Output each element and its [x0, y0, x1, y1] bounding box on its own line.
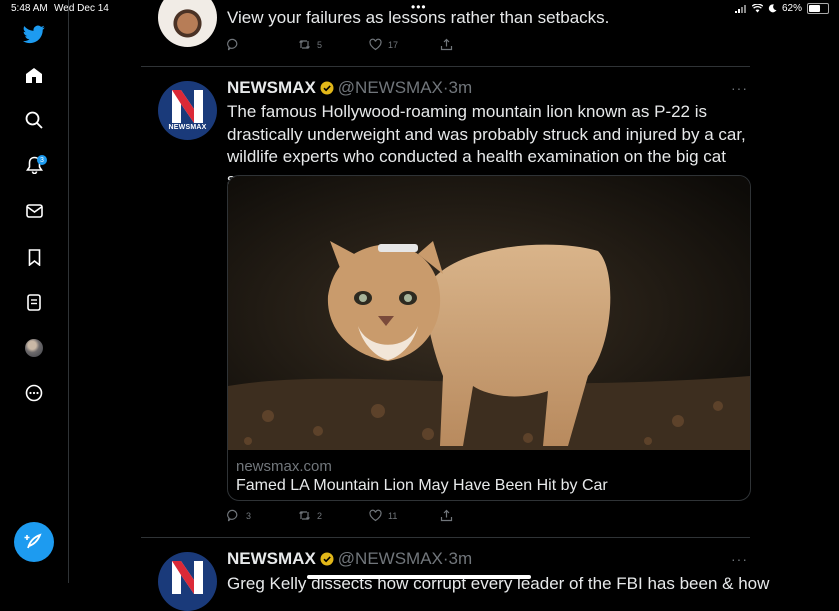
- tweet-time[interactable]: ·3m: [443, 78, 472, 98]
- more-options-icon[interactable]: ···: [731, 551, 748, 567]
- share-icon: [440, 509, 453, 522]
- timeline-feed: View your failures as lessons rather tha…: [141, 0, 769, 611]
- author-name[interactable]: NEWSMAX: [227, 549, 316, 569]
- sidebar-item-messages[interactable]: [22, 199, 46, 223]
- more-options-icon: [25, 384, 43, 402]
- link-card-image: [228, 176, 750, 450]
- home-icon: [26, 67, 42, 83]
- home-indicator[interactable]: [307, 575, 531, 579]
- twitter-logo-icon[interactable]: [22, 22, 46, 46]
- verified-badge-icon: [320, 81, 334, 95]
- tweet-divider: [141, 537, 750, 538]
- share-icon: [440, 38, 453, 51]
- tweet-author-avatar[interactable]: NEWSMAX: [158, 81, 217, 140]
- messages-envelope-icon: [25, 204, 43, 218]
- heart-icon: [369, 38, 382, 51]
- notifications-badge: 3: [37, 155, 47, 165]
- tweet-header: NEWSMAX @NEWSMAX ·3m: [227, 549, 472, 569]
- tweet-author-avatar[interactable]: [158, 0, 217, 47]
- reply-count: 3: [246, 510, 252, 521]
- share-button[interactable]: [440, 509, 511, 522]
- bookmark-icon: [28, 248, 40, 266]
- wifi-icon: [751, 4, 763, 13]
- sidebar-item-home[interactable]: [22, 63, 46, 87]
- tweet-actions: 5 17: [227, 38, 511, 51]
- author-handle[interactable]: @NEWSMAX: [338, 549, 443, 569]
- retweet-count: 5: [317, 39, 323, 50]
- author-name[interactable]: NEWSMAX: [227, 78, 316, 98]
- retweet-icon: [299, 511, 310, 520]
- share-button[interactable]: [440, 38, 511, 51]
- tweet-author-avatar[interactable]: [158, 552, 217, 611]
- sidebar-nav: 3: [0, 0, 69, 583]
- link-card[interactable]: newsmax.com Famed LA Mountain Lion May H…: [227, 175, 751, 501]
- search-icon: [25, 111, 43, 129]
- retweet-button[interactable]: 2: [298, 509, 369, 522]
- reply-button[interactable]: [227, 38, 298, 51]
- compose-tweet-button[interactable]: [14, 522, 54, 562]
- retweet-count: 2: [317, 510, 323, 521]
- like-count: 17: [388, 39, 399, 50]
- retweet-icon: [299, 40, 310, 49]
- reply-button[interactable]: 3: [227, 509, 298, 522]
- verified-badge-icon: [320, 552, 334, 566]
- sidebar-item-more[interactable]: [22, 381, 46, 405]
- more-options-icon[interactable]: ···: [731, 80, 748, 96]
- sidebar-item-explore[interactable]: [22, 108, 46, 132]
- retweet-button[interactable]: 5: [298, 38, 369, 51]
- link-card-title: Famed LA Mountain Lion May Have Been Hit…: [236, 477, 608, 494]
- do-not-disturb-moon-icon: [768, 4, 777, 13]
- like-count: 11: [388, 510, 398, 521]
- like-button[interactable]: 17: [369, 38, 440, 51]
- heart-icon: [369, 509, 382, 522]
- tweet-time[interactable]: ·3m: [443, 549, 472, 569]
- battery-icon: [807, 3, 829, 14]
- tweet-divider: [141, 66, 750, 67]
- tweet-actions: 3 2 11: [227, 509, 511, 522]
- tweet-text: View your failures as lessons rather tha…: [227, 8, 610, 27]
- author-handle[interactable]: @NEWSMAX: [338, 78, 443, 98]
- sidebar-item-bookmarks[interactable]: [22, 245, 46, 269]
- tweet-header: NEWSMAX @NEWSMAX ·3m: [227, 78, 472, 98]
- battery-percent: 62%: [781, 3, 802, 14]
- sidebar-item-lists[interactable]: [22, 290, 46, 314]
- like-button[interactable]: 11: [369, 509, 440, 522]
- compose-tweet-icon: [24, 533, 42, 549]
- reply-icon: [227, 509, 238, 522]
- reply-icon: [227, 38, 238, 51]
- profile-avatar[interactable]: [25, 339, 43, 357]
- lists-icon: [27, 293, 41, 311]
- link-card-domain: newsmax.com: [236, 458, 332, 475]
- avatar-logo-text: NEWSMAX: [168, 124, 207, 131]
